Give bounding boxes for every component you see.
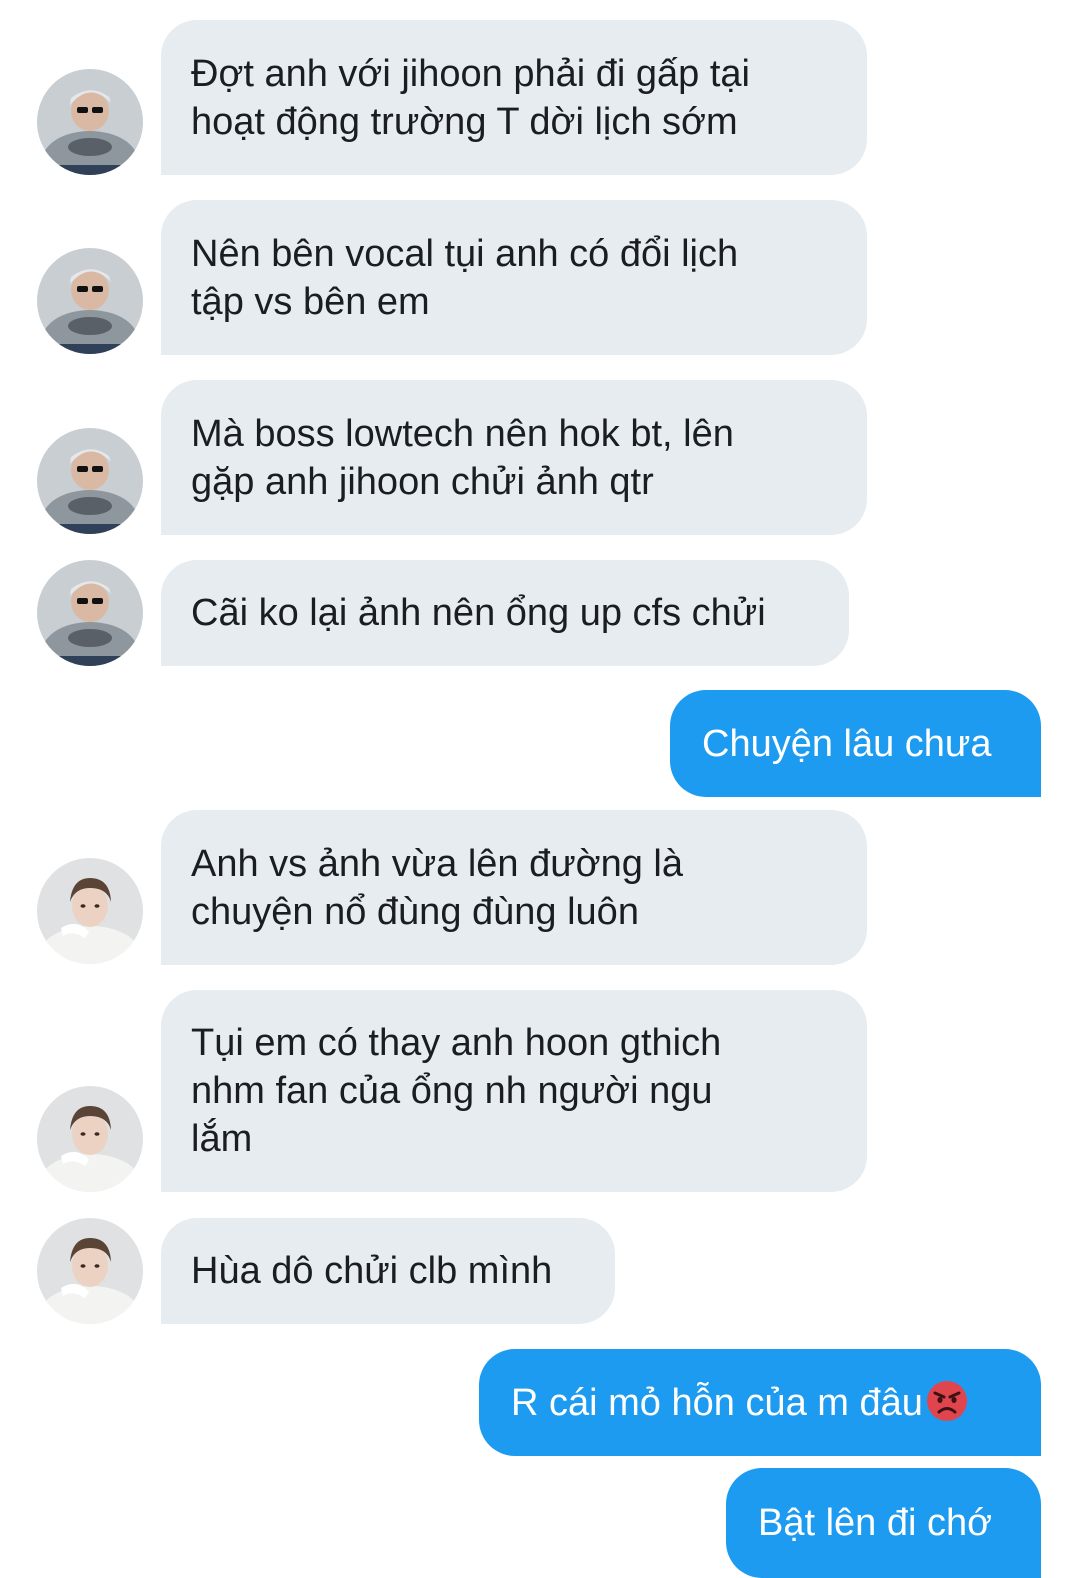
message-text: R cái mỏ hỗn của m đâu: [511, 1381, 923, 1424]
message-text: Chuyện lâu chưa: [702, 722, 992, 765]
message-bubble[interactable]: Nên bên vocal tụi anh có đổi lịch tập vs…: [161, 200, 867, 355]
contact-a-avatar-icon: [37, 248, 143, 354]
contact-a-avatar-icon: [37, 428, 143, 534]
contact-a-avatar-icon: [37, 560, 143, 666]
contact-b-avatar-icon: [37, 858, 143, 964]
message-text: Anh vs ảnh vừa lên đường là: [191, 842, 683, 885]
avatar[interactable]: [37, 69, 143, 175]
contact-b-avatar-icon: [37, 1218, 143, 1324]
message-text: tập vs bên em: [191, 280, 430, 323]
message-bubble-sent[interactable]: R cái mỏ hỗn của m đâu: [479, 1349, 1041, 1456]
contact-a-avatar-icon: [37, 69, 143, 175]
avatar[interactable]: [37, 428, 143, 534]
message-text: Hùa dô chửi clb mình: [191, 1250, 553, 1292]
message-bubble[interactable]: Hùa dô chửi clb mình: [161, 1218, 615, 1324]
message-bubble[interactable]: Đợt anh với jihoon phải đi gấp tại hoạt …: [161, 20, 867, 175]
message-text: Bật lên đi chớ: [758, 1502, 993, 1544]
message-text: hoạt động trường T dời lịch sớm: [191, 100, 738, 143]
message-bubble-sent[interactable]: Chuyện lâu chưa: [670, 690, 1041, 797]
message-bubble[interactable]: Anh vs ảnh vừa lên đường là chuyện nổ đù…: [161, 810, 867, 965]
message-bubble[interactable]: Mà boss lowtech nên hok bt, lên gặp anh …: [161, 380, 867, 535]
message-text: nhm fan của ổng nh người ngu: [191, 1070, 713, 1112]
message-text: Nên bên vocal tụi anh có đổi lịch: [191, 232, 739, 275]
angry-face-icon: [926, 1380, 967, 1421]
avatar[interactable]: [37, 858, 143, 964]
message-bubble[interactable]: Cãi ko lại ảnh nên ổng up cfs chửi: [161, 560, 849, 666]
message-text: Cãi ko lại ảnh nên ổng up cfs chửi: [191, 592, 766, 634]
message-line: R cái mỏ hỗn của m đâu: [511, 1379, 1009, 1427]
avatar[interactable]: [37, 1086, 143, 1192]
contact-b-avatar-icon: [37, 1086, 143, 1192]
message-text: Tụi em có thay anh hoon gthich: [191, 1022, 722, 1064]
message-text: chuyện nổ đùng đùng luôn: [191, 890, 639, 933]
message-text: gặp anh jihoon chửi ảnh qtr: [191, 460, 654, 503]
avatar[interactable]: [37, 1218, 143, 1324]
message-text: Đợt anh với jihoon phải đi gấp tại: [191, 52, 750, 95]
avatar[interactable]: [37, 248, 143, 354]
message-bubble-sent[interactable]: Bật lên đi chớ: [726, 1468, 1041, 1578]
message-text: Mà boss lowtech nên hok bt, lên: [191, 412, 734, 455]
message-bubble[interactable]: Tụi em có thay anh hoon gthich nhm fan c…: [161, 990, 867, 1192]
avatar[interactable]: [37, 560, 143, 666]
message-text: lắm: [191, 1118, 253, 1160]
